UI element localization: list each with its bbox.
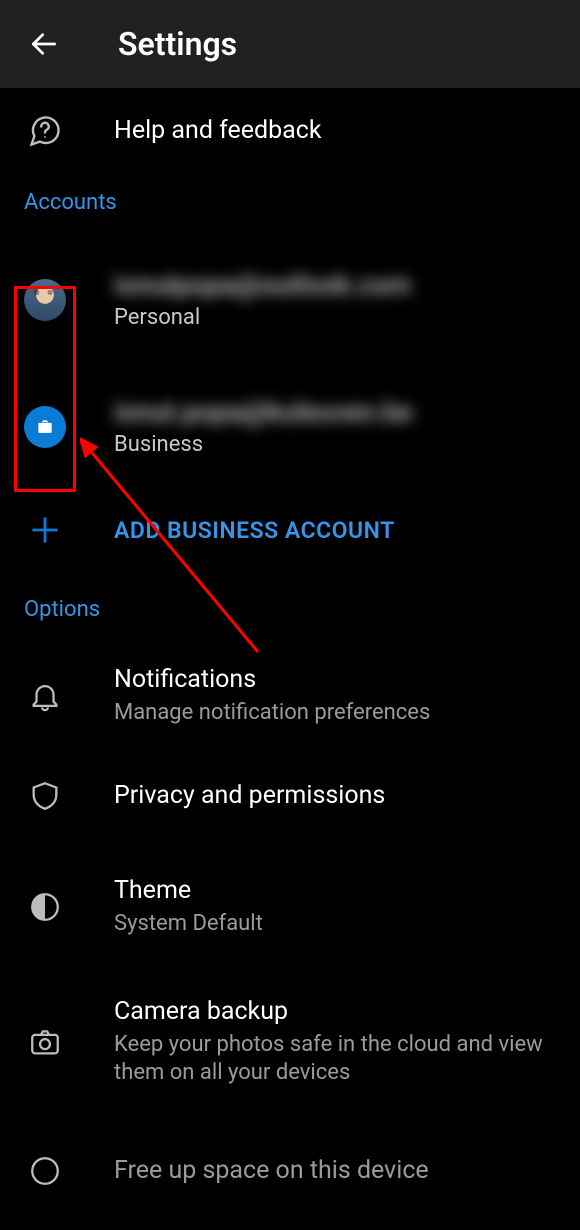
notifications-row[interactable]: Notifications Manage notification prefer… (0, 632, 580, 739)
shield-icon (28, 779, 62, 813)
arrow-left-icon (28, 28, 60, 60)
storage-icon (28, 1154, 62, 1188)
avatar-personal (24, 279, 66, 321)
help-label: Help and feedback (114, 115, 556, 148)
camera-title: Camera backup (114, 996, 556, 1029)
section-accounts: Accounts (0, 174, 580, 225)
account-personal[interactable]: ionutpopa@outlook.com Personal (0, 253, 580, 346)
add-account-label: ADD BUSINESS ACCOUNT (114, 517, 556, 544)
avatar-business (24, 406, 66, 448)
theme-row[interactable]: Theme System Default (0, 839, 580, 960)
account-business[interactable]: ionut.popa@kuleuven.be Business (0, 380, 580, 473)
privacy-row[interactable]: Privacy and permissions (0, 739, 580, 839)
page-title: Settings (118, 25, 237, 63)
camera-icon (28, 1025, 62, 1059)
account-email: ionut.popa@kuleuven.be (114, 396, 413, 428)
theme-sub: System Default (114, 910, 556, 939)
privacy-title: Privacy and permissions (114, 780, 556, 813)
app-header: Settings (0, 0, 580, 88)
plus-icon (28, 513, 62, 547)
account-type: Business (114, 432, 413, 457)
content: Help and feedback Accounts ionutpopa@out… (0, 88, 580, 1214)
notifications-sub: Manage notification preferences (114, 699, 556, 728)
notifications-title: Notifications (114, 664, 556, 697)
camera-sub: Keep your photos safe in the cloud and v… (114, 1031, 556, 1088)
freeup-title: Free up space on this device (114, 1155, 556, 1188)
briefcase-icon (35, 417, 55, 437)
camera-backup-row[interactable]: Camera backup Keep your photos safe in t… (0, 960, 580, 1110)
account-email: ionutpopa@outlook.com (114, 269, 411, 301)
account-type: Personal (114, 305, 411, 330)
theme-title: Theme (114, 875, 556, 908)
bell-icon (28, 679, 62, 713)
add-business-account[interactable]: ADD BUSINESS ACCOUNT (0, 473, 580, 575)
help-icon (27, 113, 63, 149)
help-feedback-row[interactable]: Help and feedback (0, 88, 580, 174)
contrast-icon (28, 890, 62, 924)
section-options: Options (0, 575, 580, 632)
free-up-space-row[interactable]: Free up space on this device (0, 1110, 580, 1214)
back-button[interactable] (24, 24, 64, 64)
